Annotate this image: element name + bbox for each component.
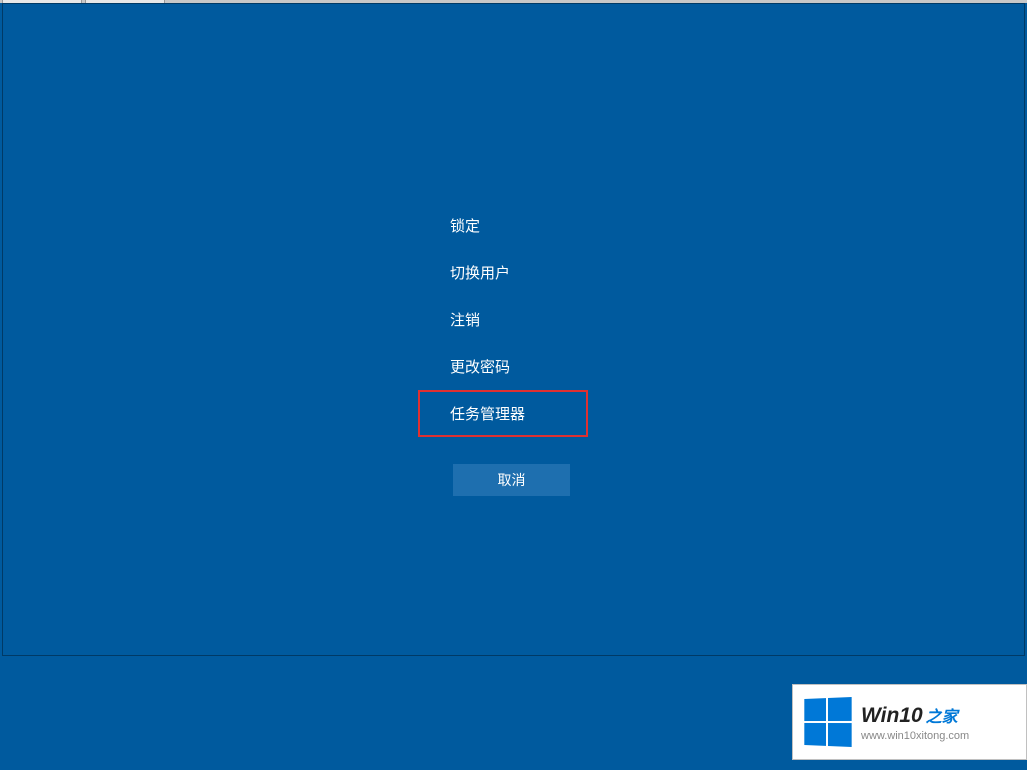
menu-item-switch-user[interactable]: 切换用户	[418, 249, 588, 296]
watermark-title-sub: 之家	[926, 703, 958, 727]
watermark-url: www.win10xitong.com	[861, 730, 969, 742]
watermark-text: Win10 之家 www.win10xitong.com	[861, 703, 969, 742]
menu-item-label: 锁定	[450, 218, 480, 235]
cancel-area: 取消	[453, 464, 570, 496]
menu-item-task-manager[interactable]: 任务管理器	[418, 390, 588, 437]
windows-logo-icon	[804, 697, 851, 747]
watermark-badge: Win10 之家 www.win10xitong.com	[792, 684, 1027, 760]
menu-item-label: 更改密码	[450, 359, 510, 376]
watermark-title-main: Win10	[861, 704, 923, 728]
security-options-menu: 锁定 切换用户 注销 更改密码 任务管理器	[418, 202, 588, 437]
menu-item-label: 切换用户	[450, 265, 510, 282]
watermark-title: Win10 之家	[861, 703, 969, 728]
menu-item-lock[interactable]: 锁定	[418, 202, 588, 249]
menu-item-label: 任务管理器	[450, 406, 525, 423]
menu-item-label: 注销	[450, 312, 480, 329]
menu-item-change-password[interactable]: 更改密码	[418, 343, 588, 390]
cancel-button[interactable]: 取消	[453, 464, 570, 496]
menu-item-sign-out[interactable]: 注销	[418, 296, 588, 343]
